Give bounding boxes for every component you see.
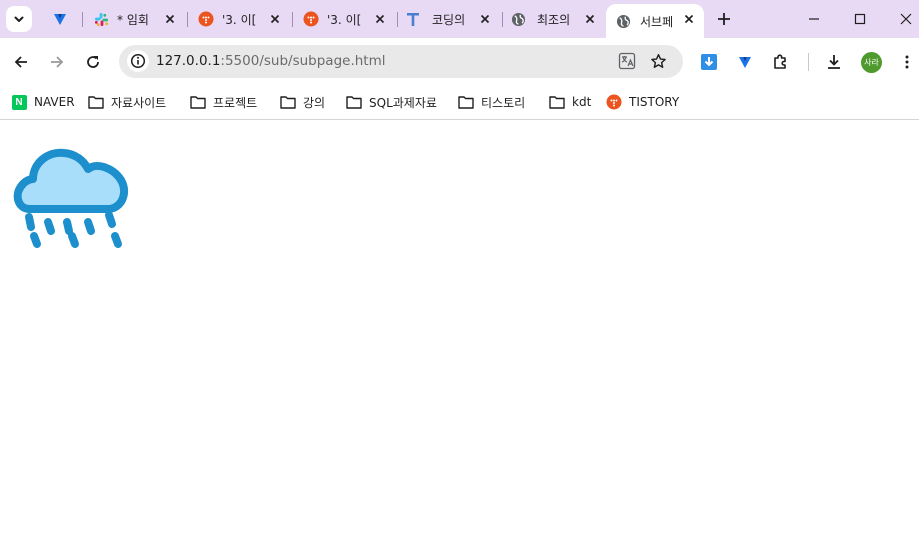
tab-search-button[interactable] [6,6,32,32]
bookmark-label: 프로젝트 [213,95,258,110]
tab-title: '3. 이[ [327,12,361,27]
close-icon[interactable] [478,12,492,26]
extensions-button[interactable] [769,50,793,74]
address-bar[interactable]: 127.0.0.1:5500/sub/subpage.html [119,45,683,78]
new-tab-button[interactable] [714,10,734,28]
close-icon[interactable] [373,12,387,26]
profile-avatar[interactable]: 사라 [861,52,882,73]
plus-icon [718,13,730,25]
tistory-icon [198,11,214,27]
puzzle-icon [774,54,786,69]
more-vert-icon [905,55,909,69]
folder-icon [190,94,206,110]
download-icon [828,55,840,69]
bookmark-folder-resources[interactable]: 자료사이트 [88,91,166,113]
vertical-v-icon [52,11,68,27]
bookmark-tistory[interactable]: TISTORY [606,91,679,113]
bookmark-label: TISTORY [629,95,680,109]
star-icon [650,53,666,68]
tab-subpage[interactable]: 서브페 [606,4,704,38]
close-icon[interactable] [268,12,282,26]
maximize-button[interactable] [848,8,872,30]
folder-icon [346,94,362,110]
toolbar: 127.0.0.1:5500/sub/subpage.html 사라 [0,38,919,86]
window-close-button[interactable] [894,8,918,30]
tab-title: 코딩의 [432,12,466,27]
folder-icon [549,94,565,110]
typora-t-icon [405,11,421,27]
close-icon [900,13,912,25]
bookmark-label: NAVER [34,95,75,109]
arrow-left-icon [14,56,27,68]
tab-tistory-2[interactable]: '3. 이[ [292,0,395,38]
bookmark-label: 자료사이트 [111,95,167,110]
url-host: 127.0.0.1 [156,53,221,69]
globe-icon [510,11,526,27]
chevron-down-icon [14,16,24,22]
downloads-button[interactable] [822,50,846,74]
tab-globe-1[interactable]: 최조의 [502,0,605,38]
download-box-icon [701,54,717,70]
tistory-icon [606,94,622,110]
vertical-extension-button[interactable] [733,50,757,74]
menu-button[interactable] [895,50,919,74]
rain-cloud-icon [12,133,130,251]
globe-icon [615,13,631,29]
url-path: :5500/sub/subpage.html [220,53,386,69]
maximize-icon [854,13,866,25]
tab-title: 최조의 [537,12,571,27]
bookmark-label: 티스토리 [481,95,526,110]
info-icon [130,53,146,69]
bookmark-label: 강의 [303,95,326,110]
toolbar-divider [808,53,809,71]
tab-slack[interactable]: * 임회 [82,0,185,38]
folder-icon [458,94,474,110]
site-info-button[interactable] [127,50,149,72]
folder-icon [88,94,104,110]
bookmark-folder-sql[interactable]: SQL과제자료 [346,91,437,113]
tab-strip: * 임회 '3. 이[ '3. 이[ 코딩의 최조의 서브페 [0,0,919,38]
reload-button[interactable] [81,50,105,74]
close-icon[interactable] [682,12,696,26]
translate-button[interactable] [616,50,638,72]
back-button[interactable] [9,50,33,74]
tab-title: 서브페 [640,14,674,29]
download-extension-button[interactable] [697,50,721,74]
bookmark-label: kdt [572,95,592,109]
bookmark-label: SQL과제자료 [369,95,437,110]
tab-title: '3. 이[ [222,12,256,27]
tab-tistory-1[interactable]: '3. 이[ [187,0,290,38]
tab-title: * 임회 [117,12,149,27]
folder-icon [280,94,296,110]
slack-icon [93,11,109,27]
naver-icon: N [11,94,27,110]
reload-icon [87,56,99,68]
vertical-v-icon [739,57,751,68]
tab-typora[interactable]: 코딩의 [397,0,500,38]
bookmark-folder-kdt[interactable]: kdt [549,91,591,113]
minimize-icon [809,18,819,20]
bookmark-folder-tistory[interactable]: 티스토리 [458,91,525,113]
bookmark-star-button[interactable] [647,50,669,72]
minimize-button[interactable] [802,8,826,30]
forward-button[interactable] [45,50,69,74]
close-icon[interactable] [163,12,177,26]
url-text[interactable]: 127.0.0.1:5500/sub/subpage.html [156,53,386,69]
tab-vertical[interactable] [40,0,82,38]
bookmark-folder-lectures[interactable]: 강의 [280,91,325,113]
tistory-icon [303,11,319,27]
bookmark-folder-projects[interactable]: 프로젝트 [190,91,257,113]
bookmarks-bar: N NAVER 자료사이트 프로젝트 강의 SQL과제자료 티스토리 kdt T… [0,86,919,120]
translate-icon [618,52,636,70]
close-icon[interactable] [583,12,597,26]
bookmark-naver[interactable]: N NAVER [11,91,75,113]
arrow-right-icon [51,56,64,68]
